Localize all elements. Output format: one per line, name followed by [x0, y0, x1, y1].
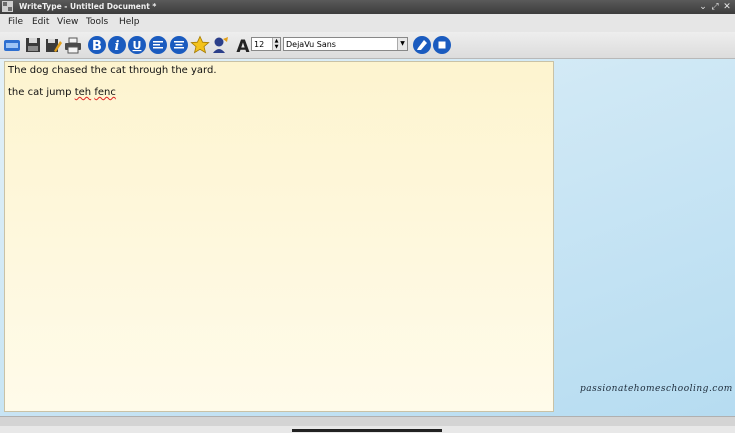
menu-tools[interactable]: Tools [86, 17, 108, 27]
menu-edit[interactable]: Edit [32, 17, 49, 27]
misspelled-word[interactable]: teh [75, 87, 91, 98]
scrollbar-thumb[interactable] [292, 429, 442, 432]
svg-text:B: B [92, 39, 102, 54]
font-size-stepper[interactable]: ▲ ▼ [272, 38, 280, 50]
svg-text:U: U [133, 39, 142, 52]
menu-file[interactable]: File [8, 17, 23, 27]
watermark-text: passionatehomeschooling.com [580, 384, 733, 394]
stop-icon [433, 36, 451, 54]
star-icon [190, 35, 210, 54]
underline-button[interactable]: U [127, 35, 147, 55]
print-button[interactable] [63, 35, 83, 55]
save-button[interactable] [23, 35, 43, 55]
align-center-icon [170, 36, 188, 54]
chevron-down-icon[interactable]: ▼ [397, 38, 407, 50]
app-icon [2, 1, 13, 12]
new-document-button[interactable] [2, 35, 22, 55]
bold-icon: B [88, 36, 106, 54]
italic-icon: i [108, 36, 126, 54]
menu-bar: File Edit View Tools Help [0, 14, 735, 32]
align-center-button[interactable] [169, 35, 189, 55]
font-size-input[interactable]: 12 ▲ ▼ [251, 37, 281, 51]
menu-help[interactable]: Help [119, 17, 140, 27]
highlight-button[interactable] [412, 35, 432, 55]
toolbar: B i U A 12 ▲ ▼ DejaVu Sans ▼ [0, 32, 735, 59]
line-2-text: the cat jump [8, 87, 75, 98]
print-icon [65, 37, 81, 54]
speak-button[interactable] [210, 35, 230, 55]
svg-text:A: A [236, 37, 250, 55]
new-document-icon [4, 40, 20, 51]
italic-button[interactable]: i [107, 35, 127, 55]
align-left-button[interactable] [148, 35, 168, 55]
highlight-icon [413, 36, 431, 54]
save-as-icon [46, 39, 62, 52]
maximize-button[interactable]: ⤢ [709, 0, 721, 14]
close-button[interactable]: ✕ [721, 0, 733, 14]
align-left-icon [149, 36, 167, 54]
window-title: WriteType - Untitled Document * [19, 2, 157, 11]
workspace: The dog chased the cat through the yard.… [0, 59, 735, 416]
save-as-button[interactable] [43, 35, 63, 55]
misspelled-word[interactable]: fenc [94, 87, 116, 98]
font-name-select[interactable]: DejaVu Sans ▼ [283, 37, 408, 51]
stop-button[interactable] [432, 35, 452, 55]
document-page[interactable]: The dog chased the cat through the yard.… [4, 61, 554, 412]
menu-view[interactable]: View [57, 17, 78, 27]
minimize-button[interactable]: ⌄ [697, 0, 709, 14]
taskbar [0, 426, 735, 433]
star-button[interactable] [190, 35, 210, 55]
bold-button[interactable]: B [87, 35, 107, 55]
speak-icon [213, 37, 228, 53]
font-name-value: DejaVu Sans [286, 40, 336, 49]
document-line-1: The dog chased the cat through the yard. [8, 65, 217, 76]
document-line-2: the cat jump teh fenc [8, 87, 116, 98]
svg-text:i: i [115, 39, 120, 54]
title-bar: WriteType - Untitled Document * ⌄ ⤢ ✕ [0, 0, 735, 14]
underline-icon: U [128, 36, 146, 54]
save-icon [26, 38, 40, 52]
font-size-value: 12 [254, 40, 265, 49]
